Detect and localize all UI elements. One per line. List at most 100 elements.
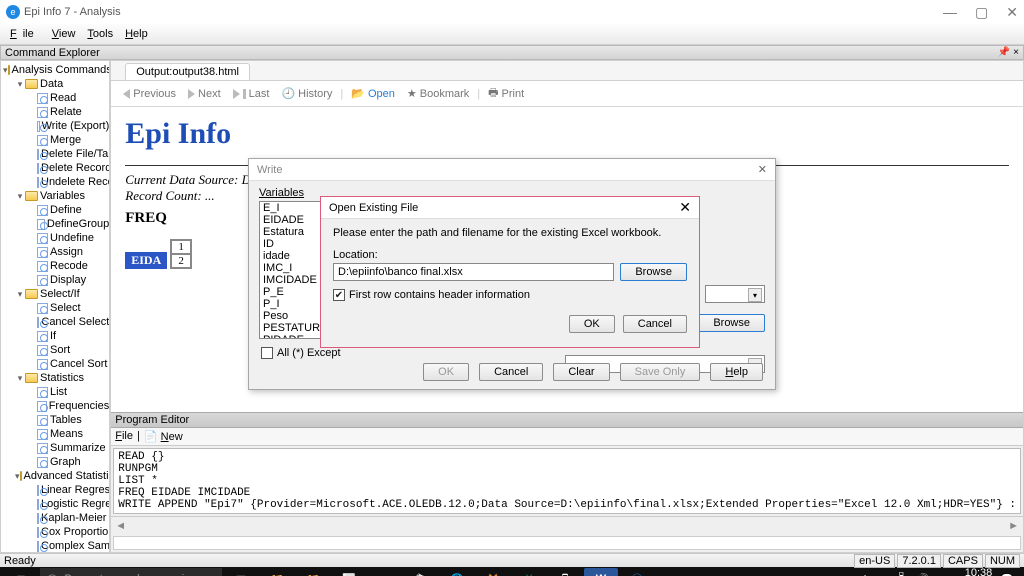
tree-item[interactable]: Undefine bbox=[1, 231, 109, 245]
write-clear-button[interactable]: Clear bbox=[553, 363, 609, 381]
browse-button-lower[interactable]: Browse bbox=[698, 314, 765, 332]
write-help-button[interactable]: Help bbox=[710, 363, 763, 381]
location-input[interactable]: D:\epiinfo\banco final.xlsx bbox=[333, 263, 614, 281]
taskbar-app-1[interactable]: 📁 bbox=[260, 568, 294, 576]
cortana-search[interactable]: ◯ Pergunte-me alguma coisa bbox=[40, 568, 222, 576]
app-icon: e bbox=[6, 5, 20, 19]
open-cancel-button[interactable]: Cancel bbox=[623, 315, 687, 333]
write-saveonly-button[interactable]: Save Only bbox=[620, 363, 701, 381]
start-button[interactable]: ⊞ bbox=[4, 568, 38, 576]
system-tray[interactable]: ˄ ☁ 🖧 🔊 10:38 21/03/2017 💬 bbox=[862, 568, 1020, 576]
taskbar-app-2[interactable]: 📁 bbox=[296, 568, 330, 576]
write-dialog-close-icon[interactable]: ✕ bbox=[758, 163, 767, 176]
window-title: Epi Info 7 - Analysis bbox=[24, 6, 121, 18]
write-cancel-button[interactable]: Cancel bbox=[479, 363, 543, 381]
taskbar-edge[interactable]: e bbox=[368, 568, 402, 576]
tree-item[interactable]: Undelete Records bbox=[1, 175, 109, 189]
tree-item[interactable]: Graph bbox=[1, 455, 109, 469]
tree-item[interactable]: Display bbox=[1, 273, 109, 287]
tree-item[interactable]: Delete Records bbox=[1, 161, 109, 175]
tree-folder[interactable]: ▾Variables bbox=[1, 189, 109, 203]
write-dialog-title: Write bbox=[257, 164, 282, 176]
tree-item[interactable]: Delete File/Table bbox=[1, 147, 109, 161]
tree-item[interactable]: If bbox=[1, 329, 109, 343]
taskbar-word[interactable]: W bbox=[584, 568, 618, 576]
menu-help[interactable]: Help bbox=[119, 26, 154, 42]
scroll-right-icon[interactable]: ► bbox=[1008, 520, 1019, 532]
tree-item[interactable]: Sort bbox=[1, 343, 109, 357]
tree-folder[interactable]: ▾Data bbox=[1, 77, 109, 91]
tree-folder[interactable]: ▾Advanced Statistics bbox=[1, 469, 109, 483]
prog-menu-file[interactable]: File bbox=[115, 430, 133, 443]
tray-volume-icon[interactable]: 🔊 bbox=[916, 573, 930, 576]
last-button[interactable]: Last bbox=[229, 86, 274, 102]
taskbar-excel[interactable]: X bbox=[512, 568, 546, 576]
maximize-button[interactable]: ▢ bbox=[975, 5, 988, 19]
menu-view[interactable]: View bbox=[46, 26, 82, 42]
taskbar-chrome[interactable]: 🌐 bbox=[440, 568, 474, 576]
tree-item[interactable]: Relate bbox=[1, 105, 109, 119]
first-row-header-checkbox[interactable]: ✔ First row contains header information bbox=[333, 289, 687, 301]
next-button[interactable]: Next bbox=[184, 86, 225, 102]
taskbar: ⊞ ◯ Pergunte-me alguma coisa ◫ 📁 📁 ⬜ e 🛍… bbox=[0, 567, 1024, 576]
tree-item[interactable]: Means bbox=[1, 427, 109, 441]
pin-icon[interactable]: 📌 × bbox=[998, 47, 1019, 58]
tree-item[interactable]: Merge bbox=[1, 133, 109, 147]
taskbar-store[interactable]: 🛍 bbox=[404, 568, 438, 576]
tree-item[interactable]: Read bbox=[1, 91, 109, 105]
task-view-icon[interactable]: ◫ bbox=[224, 568, 258, 576]
tree-item[interactable]: Summarize bbox=[1, 441, 109, 455]
prog-menu-new[interactable]: 📄 New bbox=[144, 430, 183, 443]
output-tab[interactable]: Output:output38.html bbox=[125, 63, 250, 80]
tree-item[interactable]: Complex Sample Frequencies bbox=[1, 539, 109, 553]
minimize-button[interactable]: — bbox=[943, 5, 957, 19]
tree-item[interactable]: Frequencies bbox=[1, 399, 109, 413]
menu-tools[interactable]: Tools bbox=[81, 26, 119, 42]
taskbar-firefox[interactable]: 🦊 bbox=[476, 568, 510, 576]
open-ok-button[interactable]: OK bbox=[569, 315, 615, 333]
tree-folder[interactable]: ▾Analysis Commands bbox=[1, 63, 109, 77]
tree-item[interactable]: Cancel Select bbox=[1, 315, 109, 329]
tree-folder[interactable]: ▾Select/If bbox=[1, 287, 109, 301]
tree-item[interactable]: Logistic Regression bbox=[1, 497, 109, 511]
program-code[interactable]: READ {} RUNPGM LIST * FREQ EIDADE IMCIDA… bbox=[113, 448, 1021, 514]
taskbar-calc[interactable]: 🖩 bbox=[548, 568, 582, 576]
scroll-left-icon[interactable]: ◄ bbox=[115, 520, 126, 532]
tree-item[interactable]: Linear Regression bbox=[1, 483, 109, 497]
tree-item[interactable]: Kaplan-Meier Survival bbox=[1, 511, 109, 525]
tree-item[interactable]: Recode bbox=[1, 259, 109, 273]
write-dialog-titlebar: Write ✕ bbox=[249, 159, 775, 181]
tree-item[interactable]: List bbox=[1, 385, 109, 399]
freq-table: 1 2 bbox=[170, 239, 192, 269]
status-num: NUM bbox=[985, 554, 1020, 568]
tree-item[interactable]: Cancel Sort bbox=[1, 357, 109, 371]
prev-button[interactable]: Previous bbox=[119, 86, 180, 102]
write-ok-button[interactable]: OK bbox=[423, 363, 469, 381]
history-button[interactable]: 🕘 History bbox=[277, 85, 336, 102]
taskbar-epi[interactable]: ⓔ bbox=[620, 568, 654, 576]
taskbar-app-3[interactable]: ⬜ bbox=[332, 568, 366, 576]
tree-item[interactable]: Assign bbox=[1, 245, 109, 259]
tray-network-icon[interactable]: 🖧 bbox=[895, 570, 907, 576]
command-tree-panel: ▾Analysis Commands▾DataReadRelateWrite (… bbox=[0, 60, 110, 553]
bookmark-button[interactable]: ★ Bookmark bbox=[403, 85, 473, 102]
tree-item[interactable]: Cox Proportional Hazards bbox=[1, 525, 109, 539]
close-button[interactable]: ✕ bbox=[1006, 5, 1018, 19]
tree-folder[interactable]: ▾Statistics bbox=[1, 371, 109, 385]
output-toolbar: Previous Next Last 🕘 History | 📂 Open ★ … bbox=[111, 81, 1023, 107]
tree-item[interactable]: DefineGroup bbox=[1, 217, 109, 231]
tree-item[interactable]: Define bbox=[1, 203, 109, 217]
status-ready: Ready bbox=[4, 555, 36, 567]
format-combo[interactable]: ▾ bbox=[705, 285, 765, 303]
print-button[interactable]: 🖶 Print bbox=[484, 82, 528, 105]
tree-item[interactable]: Tables bbox=[1, 413, 109, 427]
tray-cloud-icon[interactable]: ☁ bbox=[876, 573, 887, 576]
menu-file[interactable]: File bbox=[4, 26, 46, 42]
tree-item[interactable]: Select bbox=[1, 301, 109, 315]
notifications-icon[interactable]: 💬 bbox=[1000, 573, 1014, 576]
all-except-checkbox[interactable]: All (*) Except bbox=[261, 347, 341, 359]
open-button[interactable]: 📂 Open bbox=[347, 85, 399, 102]
browse-button[interactable]: Browse bbox=[620, 263, 687, 281]
open-dialog-close-icon[interactable]: ✕ bbox=[679, 199, 691, 216]
tree-item[interactable]: Write (Export) bbox=[1, 119, 109, 133]
